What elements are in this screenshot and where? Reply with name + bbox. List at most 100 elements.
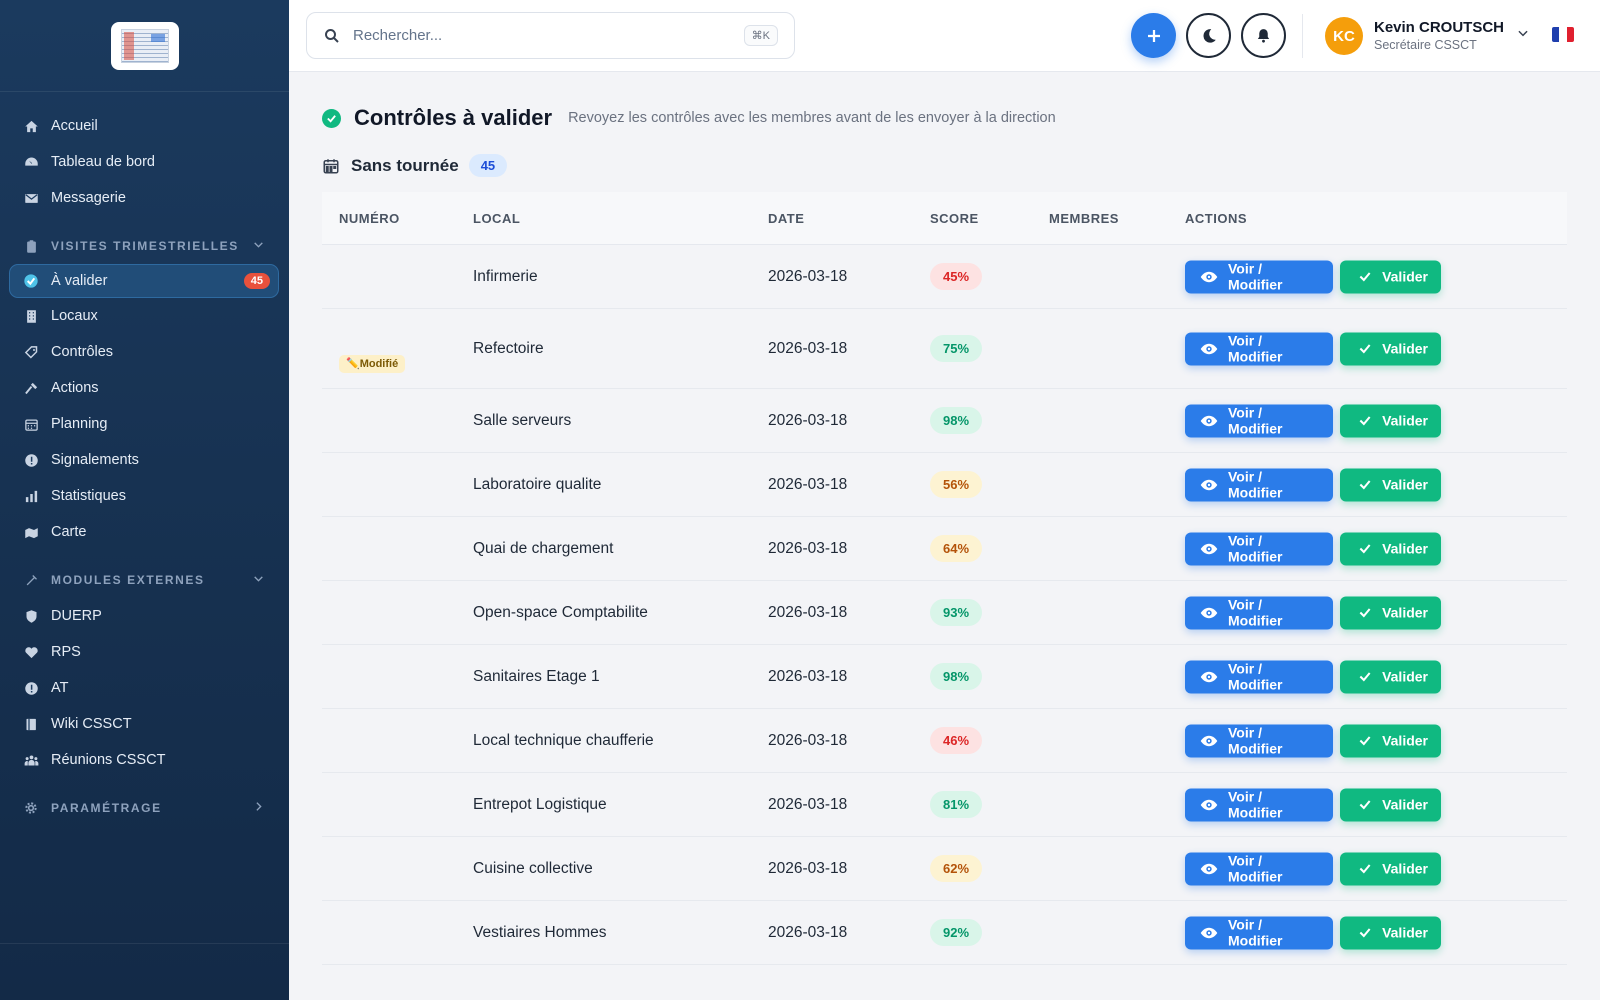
section-label: PARAMÉTRAGE bbox=[51, 801, 162, 815]
score-badge: 62% bbox=[930, 854, 983, 882]
page-subtitle: Revoyez les contrôles avec les membres a… bbox=[568, 110, 1056, 126]
score-cell: 92% bbox=[930, 918, 983, 946]
sidebar-item-actions[interactable]: Actions bbox=[0, 370, 289, 406]
language-flag-icon[interactable] bbox=[1552, 27, 1574, 42]
sidebar-section-param[interactable]: PARAMÉTRAGE bbox=[0, 790, 289, 826]
check-icon bbox=[1358, 268, 1372, 286]
local-cell: Salle serveurs bbox=[473, 411, 572, 429]
eye-icon bbox=[1200, 340, 1218, 358]
validate-button[interactable]: Valider bbox=[1340, 852, 1441, 885]
view-edit-button[interactable]: Voir / Modifier bbox=[1185, 332, 1333, 365]
sidebar-item-rps[interactable]: RPS bbox=[0, 634, 289, 670]
validate-button[interactable]: Valider bbox=[1340, 468, 1441, 501]
view-edit-label: Voir / Modifier bbox=[1228, 852, 1283, 885]
sidebar-item-label: AT bbox=[51, 680, 69, 696]
sidebar-item-at[interactable]: AT bbox=[0, 670, 289, 706]
validate-label: Valider bbox=[1382, 860, 1428, 877]
date-cell: 2026-03-18 bbox=[768, 339, 848, 357]
shield-icon bbox=[23, 608, 39, 624]
sidebar-item-reunions-cssct[interactable]: Réunions CSSCT bbox=[0, 742, 289, 778]
validate-button[interactable]: Valider bbox=[1340, 596, 1441, 629]
sidebar-item-wiki-cssct[interactable]: Wiki CSSCT bbox=[0, 706, 289, 742]
table-row: Vestiaires Hommes 2026-03-18 92% Voir / Mod… bbox=[322, 901, 1567, 965]
app-logo[interactable] bbox=[110, 21, 179, 70]
actions-cell: Voir / Modifier Valider bbox=[1185, 660, 1441, 693]
plus-icon bbox=[1147, 29, 1160, 42]
view-edit-label: Voir / Modifier bbox=[1228, 724, 1283, 757]
validate-button[interactable]: Valider bbox=[1340, 788, 1441, 821]
search-shortcut-badge: ⌘K bbox=[743, 25, 778, 46]
view-edit-button[interactable]: Voir / Modifier bbox=[1185, 724, 1333, 757]
sidebar-footer bbox=[0, 943, 289, 1000]
sidebar: Accueil Tableau de bord Messagerie VISITES … bbox=[0, 0, 289, 1000]
view-edit-button[interactable]: Voir / Modifier bbox=[1185, 916, 1333, 949]
sidebar-item-a-valider[interactable]: À valider 45 bbox=[9, 264, 279, 298]
sidebar-item-tableau-de-bord[interactable]: Tableau de bord bbox=[0, 144, 289, 180]
chevron-down-icon[interactable] bbox=[252, 572, 265, 588]
view-edit-button[interactable]: Voir / Modifier bbox=[1185, 788, 1333, 821]
view-edit-label: Voir / Modifier bbox=[1228, 404, 1283, 437]
view-edit-button[interactable]: Voir / Modifier bbox=[1185, 596, 1333, 629]
sidebar-item-messagerie[interactable]: Messagerie bbox=[0, 180, 289, 216]
sidebar-item-controles[interactable]: Contrôles bbox=[0, 334, 289, 370]
sidebar-item-accueil[interactable]: Accueil bbox=[0, 108, 289, 144]
view-edit-label: Voir / Modifier bbox=[1228, 532, 1283, 565]
user-name[interactable]: Kevin CROUTSCH bbox=[1374, 19, 1504, 36]
main-content: Contrôles à valider Revoyez les contrôle… bbox=[289, 72, 1600, 1000]
header-numero[interactable]: NUMÉRO bbox=[339, 211, 400, 226]
header-score[interactable]: SCORE bbox=[930, 211, 979, 226]
local-cell: Sanitaires Etage 1 bbox=[473, 667, 600, 685]
actions-cell: Voir / Modifier Valider bbox=[1185, 596, 1441, 629]
date-cell: 2026-03-18 bbox=[768, 731, 848, 749]
header-local[interactable]: LOCAL bbox=[473, 211, 520, 226]
view-edit-button[interactable]: Voir / Modifier bbox=[1185, 852, 1333, 885]
score-cell: 56% bbox=[930, 470, 983, 498]
eye-icon bbox=[1200, 540, 1218, 558]
view-edit-button[interactable]: Voir / Modifier bbox=[1185, 260, 1333, 293]
validate-button[interactable]: Valider bbox=[1340, 724, 1441, 757]
sidebar-item-label: Réunions CSSCT bbox=[51, 752, 166, 768]
validate-button[interactable]: Valider bbox=[1340, 260, 1441, 293]
chevron-down-icon[interactable] bbox=[1516, 26, 1530, 40]
sidebar-item-statistiques[interactable]: Statistiques bbox=[0, 478, 289, 514]
view-edit-button[interactable]: Voir / Modifier bbox=[1185, 468, 1333, 501]
validate-button[interactable]: Valider bbox=[1340, 660, 1441, 693]
avatar[interactable]: KC bbox=[1325, 17, 1363, 55]
view-edit-button[interactable]: Voir / Modifier bbox=[1185, 660, 1333, 693]
validate-button[interactable]: Valider bbox=[1340, 532, 1441, 565]
chevron-down-icon[interactable] bbox=[252, 238, 265, 254]
user-role: Secrétaire CSSCT bbox=[1374, 38, 1477, 52]
sidebar-item-planning[interactable]: Planning bbox=[0, 406, 289, 442]
validate-button[interactable]: Valider bbox=[1340, 332, 1441, 365]
eye-icon bbox=[1200, 924, 1218, 942]
local-cell: Entrepot Logistique bbox=[473, 795, 607, 813]
dark-mode-toggle[interactable] bbox=[1186, 13, 1231, 58]
validate-label: Valider bbox=[1382, 340, 1428, 357]
score-badge: 46% bbox=[930, 726, 983, 754]
notifications-button[interactable] bbox=[1241, 13, 1286, 58]
view-edit-label: Voir / Modifier bbox=[1228, 660, 1283, 693]
score-badge: 92% bbox=[930, 918, 983, 946]
date-cell: 2026-03-18 bbox=[768, 539, 848, 557]
page-header: Contrôles à valider Revoyez les contrôle… bbox=[322, 105, 1056, 131]
validate-button[interactable]: Valider bbox=[1340, 404, 1441, 437]
sidebar-nav: Accueil Tableau de bord Messagerie VISITES … bbox=[0, 92, 289, 826]
date-cell: 2026-03-18 bbox=[768, 603, 848, 621]
sidebar-item-signalements[interactable]: Signalements bbox=[0, 442, 289, 478]
sidebar-item-carte[interactable]: Carte bbox=[0, 514, 289, 550]
date-cell: 2026-03-18 bbox=[768, 267, 848, 285]
sidebar-item-duerp[interactable]: DUERP bbox=[0, 598, 289, 634]
chevron-right-icon[interactable] bbox=[252, 800, 265, 816]
view-edit-button[interactable]: Voir / Modifier bbox=[1185, 404, 1333, 437]
sidebar-section-visites[interactable]: VISITES TRIMESTRIELLES bbox=[0, 228, 289, 264]
actions-cell: Voir / Modifier Valider bbox=[1185, 852, 1441, 885]
sidebar-section-modules[interactable]: MODULES EXTERNES bbox=[0, 562, 289, 598]
add-button[interactable] bbox=[1131, 13, 1176, 58]
header-date[interactable]: DATE bbox=[768, 211, 804, 226]
sidebar-item-locaux[interactable]: Locaux bbox=[0, 298, 289, 334]
numero-cell: ✏️Modifié bbox=[339, 354, 406, 373]
view-edit-label: Voir / Modifier bbox=[1228, 596, 1283, 629]
validate-button[interactable]: Valider bbox=[1340, 916, 1441, 949]
view-edit-button[interactable]: Voir / Modifier bbox=[1185, 532, 1333, 565]
search-input[interactable]: Rechercher... ⌘K bbox=[306, 12, 795, 59]
